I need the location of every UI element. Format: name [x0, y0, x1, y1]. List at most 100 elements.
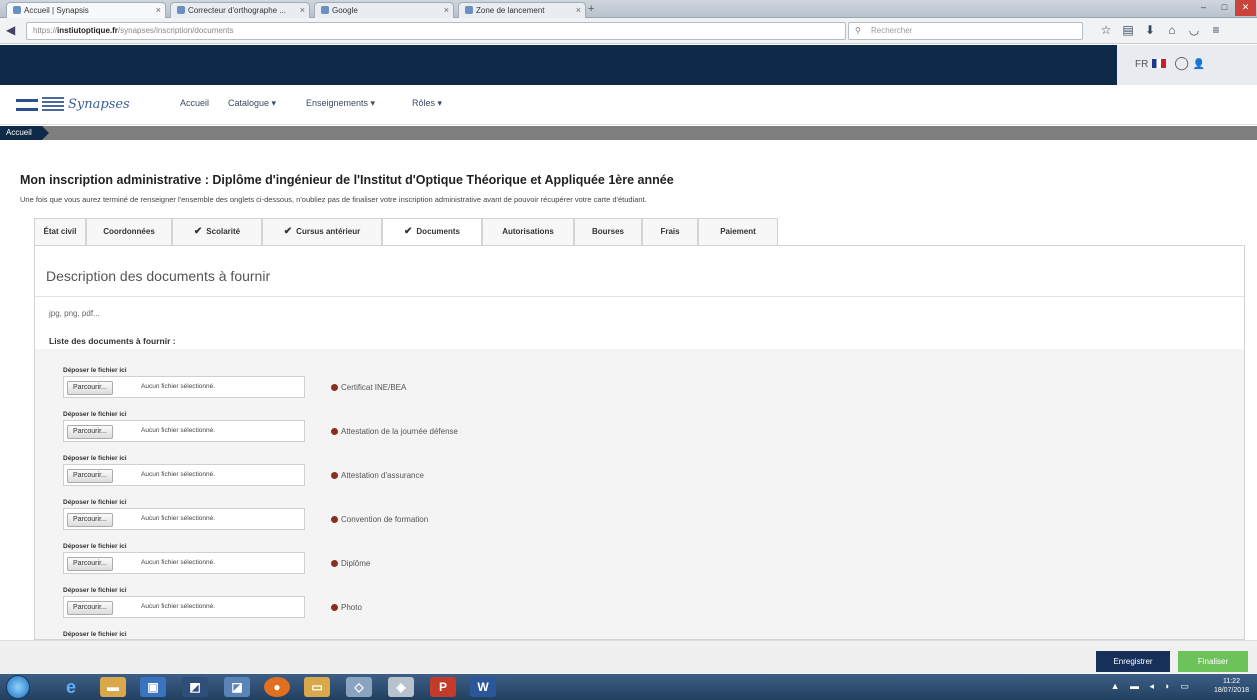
download-icon[interactable]: ⬇ [1139, 23, 1161, 37]
logo-text: Synapses [68, 97, 130, 112]
favicon-icon [321, 6, 329, 14]
tab-documents[interactable]: ✔ Documents [382, 218, 482, 246]
tab-coordonnees[interactable]: Coordonnées [86, 218, 172, 245]
browser-search-input[interactable]: ⚲ Rechercher [848, 22, 1083, 40]
tab-label: Coordonnées [103, 227, 155, 236]
document-name-text: Diplôme [341, 559, 371, 568]
site-logo[interactable]: Synapses [16, 95, 151, 117]
document-name-text: Convention de formation [341, 515, 429, 524]
maximize-button[interactable]: □ [1214, 0, 1235, 16]
folder-icon[interactable]: ▭ [304, 677, 330, 697]
help-icon[interactable]: ◯ [1174, 55, 1189, 70]
file-input[interactable]: Parcourir... Aucun fichier sélectionné. [63, 376, 305, 398]
no-file-selected: Aucun fichier sélectionné. [141, 603, 216, 610]
file-input[interactable]: Parcourir... Aucun fichier sélectionné. [63, 508, 305, 530]
browse-button[interactable]: Parcourir... [67, 425, 113, 439]
document-name: Diplôme [331, 559, 370, 568]
no-file-selected: Aucun fichier sélectionné. [141, 515, 216, 522]
action-bar: Enregistrer Finaliser [0, 640, 1257, 674]
file-input[interactable]: Parcourir... Aucun fichier sélectionné. [63, 552, 305, 574]
close-tab-icon[interactable]: × [300, 5, 305, 15]
browse-button[interactable]: Parcourir... [67, 513, 113, 527]
flag-fr-icon[interactable] [1152, 59, 1167, 68]
menu-item-catalogue[interactable]: Catalogue ▾ [228, 98, 276, 109]
back-icon[interactable]: ◀ [6, 23, 15, 37]
document-name: Attestation d'assurance [331, 471, 424, 480]
close-window-button[interactable]: ✕ [1235, 0, 1256, 16]
document-row: Déposer le fichier ici Parcourir... Aucun … [35, 541, 1244, 585]
checkmark-icon: ✔ [283, 226, 293, 237]
divider [35, 296, 1244, 297]
file-input[interactable]: Parcourir... Aucun fichier sélectionné. [63, 464, 305, 486]
tab-frais[interactable]: Frais [642, 218, 698, 245]
breadcrumb-bar: Accueil [0, 126, 1257, 140]
browse-button[interactable]: Parcourir... [67, 381, 113, 395]
address-bar[interactable]: https://instiutoptique.fr/synapses/inscr… [26, 22, 846, 40]
menu-item-roles[interactable]: Rôles ▾ [412, 98, 442, 109]
taskbar-clock[interactable]: 11:22 18/07/2018 [1214, 677, 1249, 695]
search-icon: ⚲ [855, 26, 861, 35]
site-top-band: FR ◯ 👤 [0, 45, 1257, 85]
bookmark-star-icon[interactable]: ☆ [1095, 23, 1117, 37]
tab-etat-civil[interactable]: État civil [34, 218, 86, 245]
internet-explorer-icon[interactable]: e [58, 677, 84, 697]
bookmarks-icon[interactable]: ▤ [1117, 23, 1139, 37]
app-icon[interactable]: ◇ [346, 677, 372, 697]
institut-logo-icon [16, 99, 38, 111]
language-label[interactable]: FR [1135, 59, 1148, 70]
start-button[interactable] [6, 675, 30, 699]
tab-label: Autorisations [502, 227, 554, 236]
tab-label: Paiement [720, 227, 756, 236]
home-icon[interactable]: ⌂ [1161, 23, 1183, 37]
url-host: instiutoptique.fr [57, 26, 118, 35]
browse-button[interactable]: Parcourir... [67, 557, 113, 571]
tab-cursus-anterieur[interactable]: ✔ Cursus antérieur [262, 218, 382, 245]
document-name: Certificat INE/BEA [331, 383, 406, 392]
minimize-button[interactable]: – [1193, 0, 1214, 16]
media-player-icon[interactable]: ▣ [140, 677, 166, 697]
document-name-text: Certificat INE/BEA [341, 383, 407, 392]
tab-paiement[interactable]: Paiement [698, 218, 778, 245]
documents-upload-list: Déposer le fichier ici Parcourir... Aucun … [35, 349, 1244, 639]
firefox-icon[interactable]: ● [264, 677, 290, 697]
remote-desktop-icon[interactable]: ◩ [182, 677, 208, 697]
app-icon-2[interactable]: ◈ [388, 677, 414, 697]
browser-tab[interactable]: Google × [314, 2, 454, 18]
close-tab-icon[interactable]: × [576, 5, 581, 15]
menu-icon[interactable]: ≡ [1205, 23, 1227, 37]
close-tab-icon[interactable]: × [156, 5, 161, 15]
system-tray-icons[interactable]: ▲ ▬ ◂ ◗ ▭ [1111, 681, 1193, 692]
tab-autorisations[interactable]: Autorisations [482, 218, 574, 245]
document-name: Attestation de la journée défense [331, 427, 458, 436]
outlook-icon[interactable]: ◪ [224, 677, 250, 697]
tab-bourses[interactable]: Bourses [574, 218, 642, 245]
browser-tab[interactable]: Accueil | Synapsis × [6, 2, 166, 18]
clock-date: 18/07/2018 [1213, 687, 1249, 694]
powerpoint-icon[interactable]: P [430, 677, 456, 697]
no-file-selected: Aucun fichier sélectionné. [141, 471, 216, 478]
document-name-text: Photo [341, 603, 362, 612]
breadcrumb-home[interactable]: Accueil [0, 126, 49, 140]
file-input[interactable]: Parcourir... Aucun fichier sélectionné. [63, 596, 305, 618]
user-icon[interactable]: 👤 [1193, 59, 1205, 70]
page-title: Mon inscription administrative : Diplôme… [20, 173, 674, 187]
status-dot-icon [331, 472, 338, 479]
favicon-icon [465, 6, 473, 14]
close-tab-icon[interactable]: × [444, 5, 449, 15]
new-tab-button[interactable]: + [588, 3, 594, 15]
word-icon[interactable]: W [470, 677, 496, 697]
browse-button[interactable]: Parcourir... [67, 469, 113, 483]
tab-scolarite[interactable]: ✔ Scolarité [172, 218, 262, 245]
menu-item-enseignements[interactable]: Enseignements ▾ [306, 98, 375, 109]
file-explorer-icon[interactable]: ▬ [100, 677, 126, 697]
pocket-icon[interactable]: ◡ [1183, 23, 1205, 37]
browser-tab[interactable]: Correcteur d'orthographe ... × [170, 2, 310, 18]
finalize-button[interactable]: Finaliser [1178, 651, 1248, 672]
menu-item-accueil[interactable]: Accueil [180, 98, 209, 108]
browser-tab[interactable]: Zone de lancement × [458, 2, 586, 18]
drop-file-label: Déposer le fichier ici [63, 631, 127, 638]
file-input[interactable]: Parcourir... Aucun fichier sélectionné. [63, 420, 305, 442]
url-prefix: https:// [33, 26, 58, 35]
browse-button[interactable]: Parcourir... [67, 601, 113, 615]
save-button[interactable]: Enregistrer [1096, 651, 1170, 672]
